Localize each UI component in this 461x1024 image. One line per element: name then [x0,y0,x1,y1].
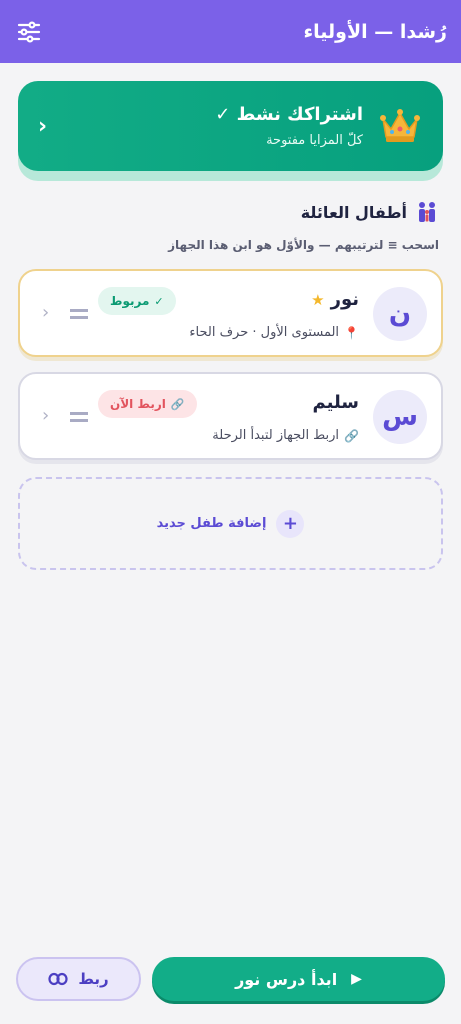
subscription-text: اشتراكك نشط ✓ كلّ المزايا مفتوحة [47,104,363,148]
add-child-label: إضافة طفل جديد [156,516,267,531]
child-card-nour[interactable]: ن نور ★ 📍 المستوى الأول · حرف الحاء ✓ مر… [18,269,443,357]
status-badge-text: مربوط [110,294,150,308]
child-name: نور ★ [311,289,359,310]
status-badge-linked: ✓ مربوط [98,287,176,315]
subscription-card-body[interactable]: اشتراكك نشط ✓ كلّ المزايا مفتوحة ‹ [18,81,443,171]
link-now-badge-text: اربط الآن [110,397,166,411]
link-icon: 🔗 [170,397,185,411]
chevron-left-icon[interactable]: ‹ [42,405,49,426]
drag-handle-icon[interactable] [70,309,88,319]
sliders-icon [17,20,41,43]
avatar: س [373,390,427,444]
pin-icon: 📍 [344,325,359,340]
subscription-card[interactable]: اشتراكك نشط ✓ كلّ المزايا مفتوحة ‹ [18,81,443,181]
settings-button[interactable] [16,19,42,45]
family-icon [419,202,435,222]
drag-handle-icon[interactable] [70,412,88,422]
plus-icon: + [276,509,305,538]
play-icon: ▶ [351,971,362,987]
child-meta: 📍 المستوى الأول · حرف الحاء [189,325,359,340]
family-title: أطفال العائلة [300,202,407,222]
link-device-button[interactable]: ربط [16,957,141,1001]
start-lesson-button[interactable]: ▶ ابدأ درس نور [152,957,445,1001]
link-now-badge[interactable]: 🔗 اربط الآن [98,390,197,418]
child-card-salim[interactable]: س سليم 🔗 اربط الجهاز لتبدأ الرحلة 🔗 اربط… [18,372,443,460]
link-icon: 🔗 [344,428,359,443]
crown-icon [380,109,420,142]
chevron-left-icon: ‹ [38,113,48,139]
child-meta: 🔗 اربط الجهاز لتبدأ الرحلة [212,428,359,443]
star-icon: ★ [311,290,325,309]
subscription-title: اشتراكك نشط ✓ [215,104,363,125]
app-title: رُشدا — الأولياء [303,20,447,43]
app-bar: رُشدا — الأولياء [0,0,461,63]
start-lesson-label: ابدأ درس نور [235,969,338,989]
child-name: سليم [312,392,359,413]
chevron-left-icon[interactable]: ‹ [42,302,49,323]
child-meta-text: اربط الجهاز لتبدأ الرحلة [212,428,340,443]
child-name-text: نور [330,289,359,310]
add-child-button[interactable]: + إضافة طفل جديد [18,477,443,570]
child-name-text: سليم [312,392,359,413]
link-device-label: ربط [78,970,109,988]
family-section-header: أطفال العائلة [301,200,439,224]
check-icon: ✓ [154,294,164,308]
reorder-hint: اسحب ≡ لترتيبهم — والأوّل هو ابن هذا الج… [168,238,439,252]
subscription-subtitle: كلّ المزايا مفتوحة [266,133,363,148]
child-meta-text: المستوى الأول · حرف الحاء [189,325,340,340]
avatar: ن [373,287,427,341]
link-icon [48,972,68,986]
